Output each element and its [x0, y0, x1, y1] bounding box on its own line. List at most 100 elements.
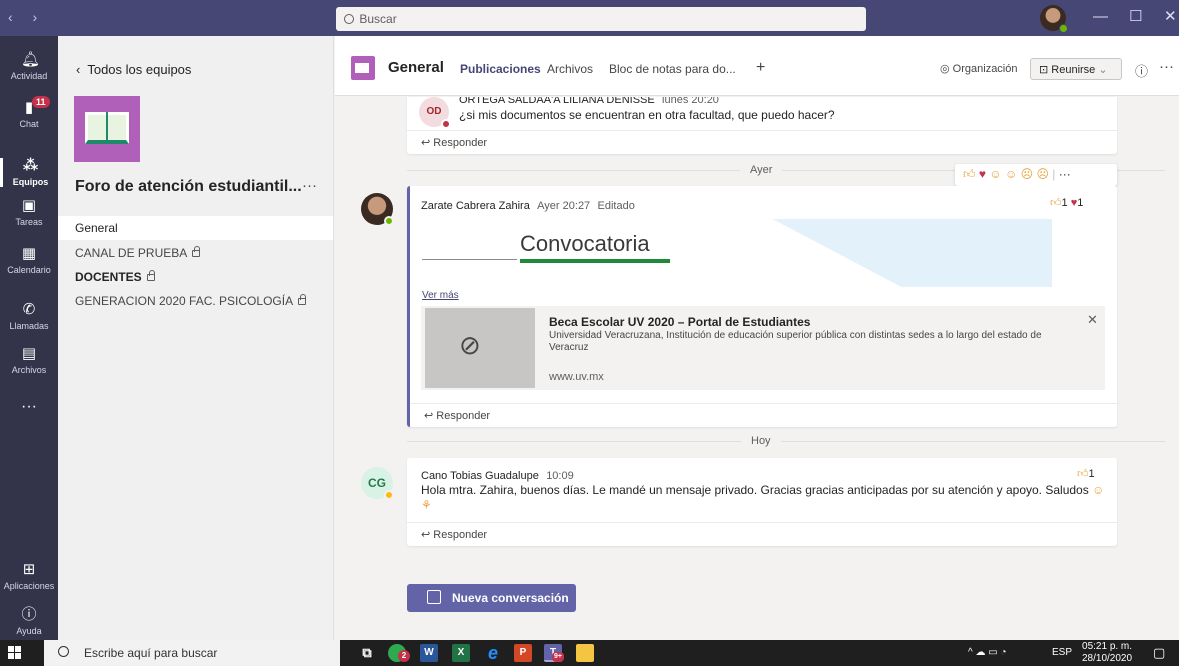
tab-bloc-de-notas[interactable]: Bloc de notas para do... — [609, 62, 736, 76]
maximize-button[interactable]: ☐ — [1129, 7, 1142, 25]
search-icon — [58, 646, 69, 657]
tab-publicaciones[interactable]: Publicaciones — [460, 62, 541, 101]
see-more-link[interactable]: Ver más — [422, 290, 459, 301]
language-indicator[interactable]: ESP — [1052, 647, 1072, 658]
channel-generacion-2020[interactable]: GENERACION 2020 FAC. PSICOLOGÍA — [58, 289, 333, 313]
channel-canal-de-prueba[interactable]: CANAL DE PRUEBA — [58, 241, 333, 265]
presence-busy-icon — [441, 119, 451, 129]
presence-available-icon — [1059, 24, 1068, 33]
back-to-teams-link[interactable]: ‹ Todos los equipos — [76, 62, 191, 77]
reply-button[interactable]: ↩ Responder — [407, 522, 1117, 546]
rail-item-aplicaciones[interactable]: ⊞ Aplicaciones — [0, 561, 58, 592]
date-divider — [407, 441, 1165, 442]
profile-avatar[interactable] — [1040, 5, 1068, 33]
tasks-icon: ▣ — [21, 197, 37, 214]
conversation-feed: OD ORTEGA SALDAA'A LILIANA DENISSE lunes… — [335, 97, 1179, 640]
link-preview-card[interactable]: ⊘ Beca Escolar UV 2020 – Portal de Estud… — [421, 306, 1105, 390]
rail-item-calendario[interactable]: ▦ Calendario — [0, 246, 58, 276]
angry-reaction-icon[interactable]: ☹ — [1036, 167, 1049, 181]
edge-icon[interactable]: e — [484, 644, 502, 662]
chevron-left-icon: ‹ — [76, 62, 81, 77]
sad-reaction-icon[interactable]: ☹ — [1021, 167, 1034, 181]
tab-archivos[interactable]: Archivos — [547, 62, 593, 76]
reply-button[interactable]: ↩ Responder — [407, 130, 1117, 154]
meet-button[interactable]: ⊡ Reunirse ⌄ — [1030, 58, 1122, 80]
windows-start-icon[interactable] — [8, 646, 22, 660]
rail-item-tareas[interactable]: ▣ Tareas — [0, 197, 58, 228]
chevron-down-icon: ⌄ — [1098, 64, 1108, 76]
help-icon: ⓘ — [21, 606, 37, 623]
teams-taskbar-icon[interactable]: T9+ — [544, 644, 564, 662]
word-icon[interactable]: W — [420, 644, 438, 662]
chrome-icon[interactable]: 2 — [388, 644, 410, 662]
wave-emoji-icon: ☺ — [1092, 483, 1105, 497]
more-apps-button[interactable]: ··· — [0, 398, 58, 416]
clock[interactable]: 05:21 p. m. 28/10/2020 — [1082, 641, 1132, 665]
minimize-button[interactable]: — — [1093, 8, 1108, 25]
date-divider-label: Ayer — [740, 164, 783, 176]
rail-item-llamadas[interactable]: ✆ Llamadas — [0, 301, 58, 332]
add-tab-button[interactable]: + — [756, 59, 765, 77]
like-reaction-icon[interactable]: 👍︎ — [963, 167, 976, 181]
lock-icon — [146, 270, 155, 281]
reaction-summary[interactable]: 👍︎1 ♥1 — [1050, 196, 1083, 209]
more-options-button[interactable]: ··· — [1159, 58, 1174, 75]
author-name[interactable]: Zarate Cabrera Zahira — [421, 200, 530, 212]
close-preview-icon[interactable]: ✕ — [1087, 312, 1098, 328]
presence-available-icon — [384, 216, 394, 226]
author-avatar[interactable] — [361, 193, 394, 226]
team-more-options-button[interactable]: ··· — [302, 177, 317, 194]
rail-item-ayuda[interactable]: ⓘ Ayuda — [0, 606, 58, 637]
new-conversation-button[interactable]: Nueva conversación — [407, 584, 576, 612]
link-description: Universidad Veracruzana, Institución de … — [549, 330, 1042, 353]
lock-icon — [298, 294, 307, 305]
reply-icon: ↩ — [424, 410, 434, 422]
taskbar-search-input[interactable]: Escribe aquí para buscar — [44, 640, 340, 666]
edited-label: Editado — [597, 200, 635, 212]
rail-item-actividad[interactable]: 🔔︎ Actividad — [0, 52, 58, 82]
author-name[interactable]: ORTEGA SALDAA'A LILIANA DENISSE — [459, 97, 655, 106]
app-rail: 🔔︎ Actividad ▮ 11 Chat ⁂ Equipos ▣ Tareas ▦ Ca… — [0, 36, 58, 640]
phone-icon: ✆ — [22, 301, 36, 318]
team-icon — [351, 56, 375, 80]
channel-header: General Publicaciones Archivos Bloc de n… — [335, 36, 1179, 101]
author-avatar[interactable]: CG — [361, 467, 394, 500]
convocatoria-banner-image[interactable]: Convocatoria — [422, 219, 1052, 287]
banner-text: Convocatoria — [520, 231, 650, 256]
reaction-summary[interactable]: 👍︎1 — [1077, 467, 1095, 480]
title-bar: ‹ › Buscar — ☐ ✕ — [0, 0, 1179, 36]
apps-icon: ⊞ — [22, 561, 36, 578]
message-card: Cano Tobias Guadalupe 10:09 👍︎1 Hola mtr… — [407, 458, 1117, 546]
link-title: Beca Escolar UV 2020 – Portal de Estudia… — [549, 315, 811, 329]
reaction-bar: 👍︎ ♥ ☺ ☺ ☹ ☹ | ··· — [955, 164, 1117, 186]
rail-item-equipos[interactable]: ⁂ Equipos — [0, 158, 58, 187]
search-input[interactable]: Buscar — [336, 7, 866, 31]
channel-general[interactable]: General — [58, 216, 333, 240]
org-button[interactable]: ◎ Organización — [932, 58, 1026, 80]
message-text: Hola mtra. Zahira, buenos días. Le mandé… — [421, 483, 1089, 497]
info-icon[interactable]: ⓘ — [1135, 61, 1148, 80]
rail-item-archivos[interactable]: ▤ Archivos — [0, 345, 58, 376]
rail-item-chat[interactable]: ▮ 11 Chat — [0, 96, 58, 129]
author-avatar: OD — [419, 97, 451, 129]
laugh-reaction-icon[interactable]: ☺ — [989, 167, 1001, 181]
heart-reaction-icon[interactable]: ♥ — [979, 167, 986, 181]
file-explorer-icon[interactable] — [576, 644, 594, 662]
notifications-icon[interactable]: ▢ — [1153, 645, 1165, 661]
task-view-icon[interactable]: ⧉ — [358, 644, 376, 662]
channel-docentes[interactable]: DOCENTES — [58, 265, 333, 289]
author-name[interactable]: Cano Tobias Guadalupe — [421, 470, 539, 482]
more-actions-icon[interactable]: ··· — [1059, 167, 1071, 181]
files-icon: ▤ — [21, 345, 37, 362]
excel-icon[interactable]: X — [452, 644, 470, 662]
tray-icons[interactable]: ^ ☁ ▭ ◔ — [968, 647, 1007, 658]
video-icon: ⊡ — [1039, 64, 1049, 76]
windows-taskbar: Escribe aquí para buscar ⧉ 2 W X e P T9+… — [0, 640, 1179, 666]
surprised-reaction-icon[interactable]: ☺ — [1005, 167, 1017, 181]
close-button[interactable]: ✕ — [1164, 7, 1177, 25]
timestamp: 10:09 — [546, 470, 574, 482]
powerpoint-icon[interactable]: P — [514, 644, 532, 662]
eye-icon: ◎ — [940, 63, 950, 75]
history-nav[interactable]: ‹ › — [8, 9, 45, 25]
reply-button[interactable]: ↩ Responder — [410, 403, 1120, 427]
